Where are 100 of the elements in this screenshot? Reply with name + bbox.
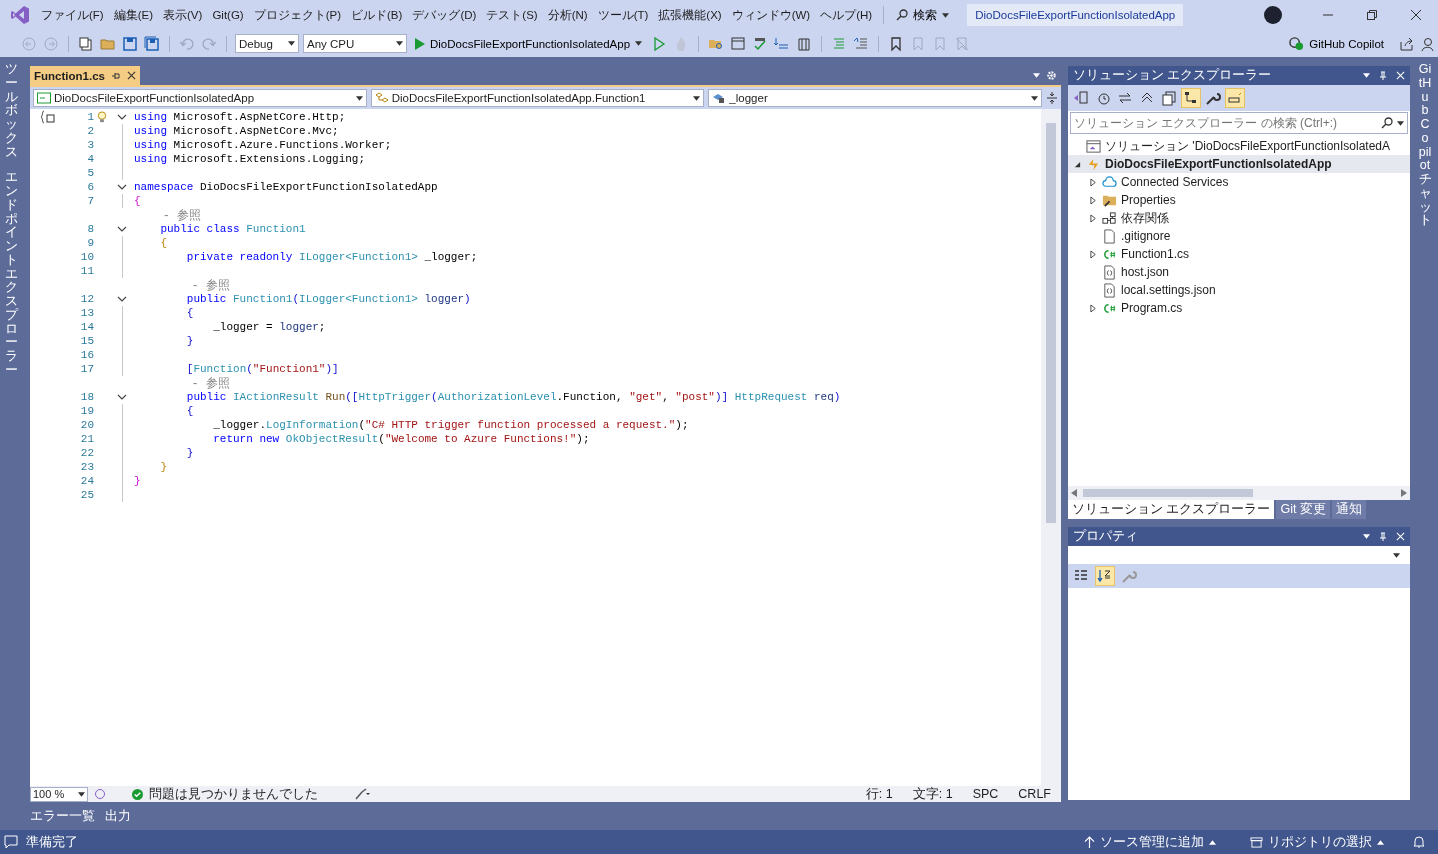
tree-item[interactable]: Program.cs xyxy=(1068,299,1410,317)
menu-item[interactable]: プロジェクト(P) xyxy=(248,7,347,23)
message-icon[interactable] xyxy=(4,835,18,849)
expanded-icon[interactable] xyxy=(1073,160,1081,168)
menu-item[interactable]: テスト(S) xyxy=(481,7,543,23)
object-dropdown-icon[interactable] xyxy=(1393,552,1400,558)
menu-item[interactable]: 分析(N) xyxy=(542,7,593,23)
tree-item[interactable]: Connected Services xyxy=(1068,173,1410,191)
collapsed-icon[interactable] xyxy=(1089,213,1097,223)
caret-icon[interactable] xyxy=(1397,120,1404,126)
collapse-icon[interactable] xyxy=(117,184,127,190)
menu-item[interactable]: ツール(T) xyxy=(592,7,654,23)
lightbulb-icon[interactable] xyxy=(97,110,107,124)
settings-icon[interactable] xyxy=(1046,70,1057,81)
close-icon[interactable] xyxy=(126,71,136,80)
search-field[interactable]: ソリューション エクスプローラー の検索 (Ctrl+:) xyxy=(1070,112,1408,134)
line-number: 24 xyxy=(80,475,94,487)
save-icon[interactable] xyxy=(121,34,139,53)
menu-item[interactable]: デバッグ(D) xyxy=(407,7,482,23)
document-tab[interactable]: Function1.cs xyxy=(30,66,140,85)
close-icon[interactable] xyxy=(1410,9,1422,21)
check-circle-icon xyxy=(132,788,143,800)
scroll-left-icon[interactable] xyxy=(1071,489,1077,497)
pin-icon[interactable] xyxy=(110,70,121,81)
line-number: 3 xyxy=(87,139,94,151)
copy-icon[interactable] xyxy=(1160,89,1178,107)
tree-item[interactable]: DioDocsFileExportFunctionIsolatedApp xyxy=(1068,155,1410,173)
new-item-icon[interactable] xyxy=(77,34,95,53)
tree-item[interactable]: .gitignore xyxy=(1068,227,1410,245)
copilot-button[interactable]: GitHub Copilot xyxy=(1285,36,1388,51)
start-button[interactable]: DioDocsFileExportFunctionIsolatedApp xyxy=(411,37,647,50)
vs-logo-icon xyxy=(10,5,30,25)
tree-item[interactable]: 依存関係 xyxy=(1068,209,1410,227)
sort-alphabetical-icon[interactable] xyxy=(1096,567,1114,585)
tool-window-tab[interactable]: GitHub Copilot チャット xyxy=(1418,63,1432,228)
pin-icon[interactable] xyxy=(1378,70,1388,81)
collapsed-icon[interactable] xyxy=(1089,177,1097,187)
reference-count[interactable]: - 参照 xyxy=(134,278,230,293)
save-all-icon[interactable] xyxy=(143,34,161,53)
menu-item[interactable]: ファイル(F) xyxy=(36,7,109,23)
window-menu-icon[interactable] xyxy=(1363,534,1370,539)
line-number: 7 xyxy=(87,195,94,207)
zoom-dropdown[interactable]: 100 % xyxy=(30,786,88,802)
menu-item[interactable]: Git(G) xyxy=(207,9,249,21)
project-dropdown[interactable]: DioDocsFileExportFunctionIsolatedApp xyxy=(33,89,367,107)
json-file-icon xyxy=(1102,264,1117,280)
collapse-icon[interactable] xyxy=(117,296,127,302)
tree-item[interactable]: Function1.cs xyxy=(1068,245,1410,263)
search-button[interactable]: 検索 xyxy=(890,7,956,23)
menu-item[interactable]: ビルド(B) xyxy=(346,7,408,23)
platform-dropdown[interactable]: Any CPU xyxy=(303,34,407,53)
scrollbar[interactable] xyxy=(1041,109,1061,786)
tool-window-tab[interactable]: エンドポイントエクスプローラー xyxy=(4,171,18,378)
menu-item[interactable]: 拡張機能(X) xyxy=(653,7,727,23)
reference-count[interactable]: - 参照 xyxy=(134,376,230,391)
collapsed-icon[interactable] xyxy=(1089,249,1097,259)
menu-item[interactable]: ヘルプ(H) xyxy=(815,7,878,23)
brush-icon[interactable] xyxy=(354,788,370,800)
collapse-icon[interactable] xyxy=(117,226,127,232)
tree-item[interactable]: local.settings.json xyxy=(1068,281,1410,299)
add-to-source-control-button[interactable]: ソース管理に追加 xyxy=(1078,832,1222,852)
tree-icon[interactable] xyxy=(1182,89,1200,107)
window-layout-icon[interactable] xyxy=(729,34,748,53)
panel-tab[interactable]: 通知 xyxy=(1331,500,1366,519)
code-line: public IActionResult Run([HttpTrigger(AuthorizationLevel.Function, "get", "post")] HttpRequest req) xyxy=(185,391,841,403)
switch-views-icon[interactable] xyxy=(1072,89,1090,107)
collapsed-icon[interactable] xyxy=(1089,195,1097,205)
menu-item[interactable]: 表示(V) xyxy=(158,7,208,23)
configuration-dropdown[interactable]: Debug xyxy=(235,34,299,53)
search-icon[interactable] xyxy=(1381,117,1393,129)
issues-status[interactable]: 問題は見つかりませんでした xyxy=(149,785,318,803)
member-dropdown[interactable]: _logger xyxy=(708,89,1042,107)
collapse-icon[interactable] xyxy=(117,394,127,400)
tree-item[interactable]: Properties xyxy=(1068,191,1410,209)
collapse-icon[interactable] xyxy=(117,114,127,120)
type-dropdown[interactable]: DioDocsFileExportFunctionIsolatedApp.Function1 xyxy=(370,89,705,107)
window-menu-icon[interactable] xyxy=(1363,73,1370,78)
panel-tab[interactable]: Git 変更 xyxy=(1276,500,1330,519)
panel-tab[interactable]: 出力 xyxy=(105,803,131,829)
tree-item[interactable]: host.json xyxy=(1068,263,1410,281)
bell-icon[interactable] xyxy=(1412,835,1426,849)
split-icon[interactable] xyxy=(1046,92,1058,104)
scroll-right-icon[interactable] xyxy=(1401,489,1407,497)
tree-item[interactable]: ソリューション 'DioDocsFileExportFunctionIsolatedA xyxy=(1068,137,1410,155)
caret-icon xyxy=(78,791,85,797)
collapsed-icon[interactable] xyxy=(1089,303,1097,313)
panel-tab[interactable]: エラー一覧 xyxy=(30,803,95,829)
panel-tab[interactable]: ソリューション エクスプローラー xyxy=(1068,500,1275,519)
reference-count[interactable]: - 参照 xyxy=(134,208,202,223)
menu-item[interactable]: ウィンドウ(W) xyxy=(726,7,816,23)
avatar-icon[interactable] xyxy=(1264,6,1282,24)
scrollbar[interactable] xyxy=(1068,486,1410,500)
select-repository-button[interactable]: リポジトリの選択 xyxy=(1244,832,1390,852)
pin-icon[interactable] xyxy=(1378,531,1388,542)
tool-window-tab[interactable]: ツールボックス xyxy=(4,63,18,160)
restore-icon[interactable] xyxy=(1366,9,1378,21)
tab-list-icon[interactable] xyxy=(1033,73,1040,78)
line-number: 25 xyxy=(80,489,94,501)
menu-item[interactable]: 編集(E) xyxy=(108,7,159,23)
line-number: 13 xyxy=(80,307,94,319)
